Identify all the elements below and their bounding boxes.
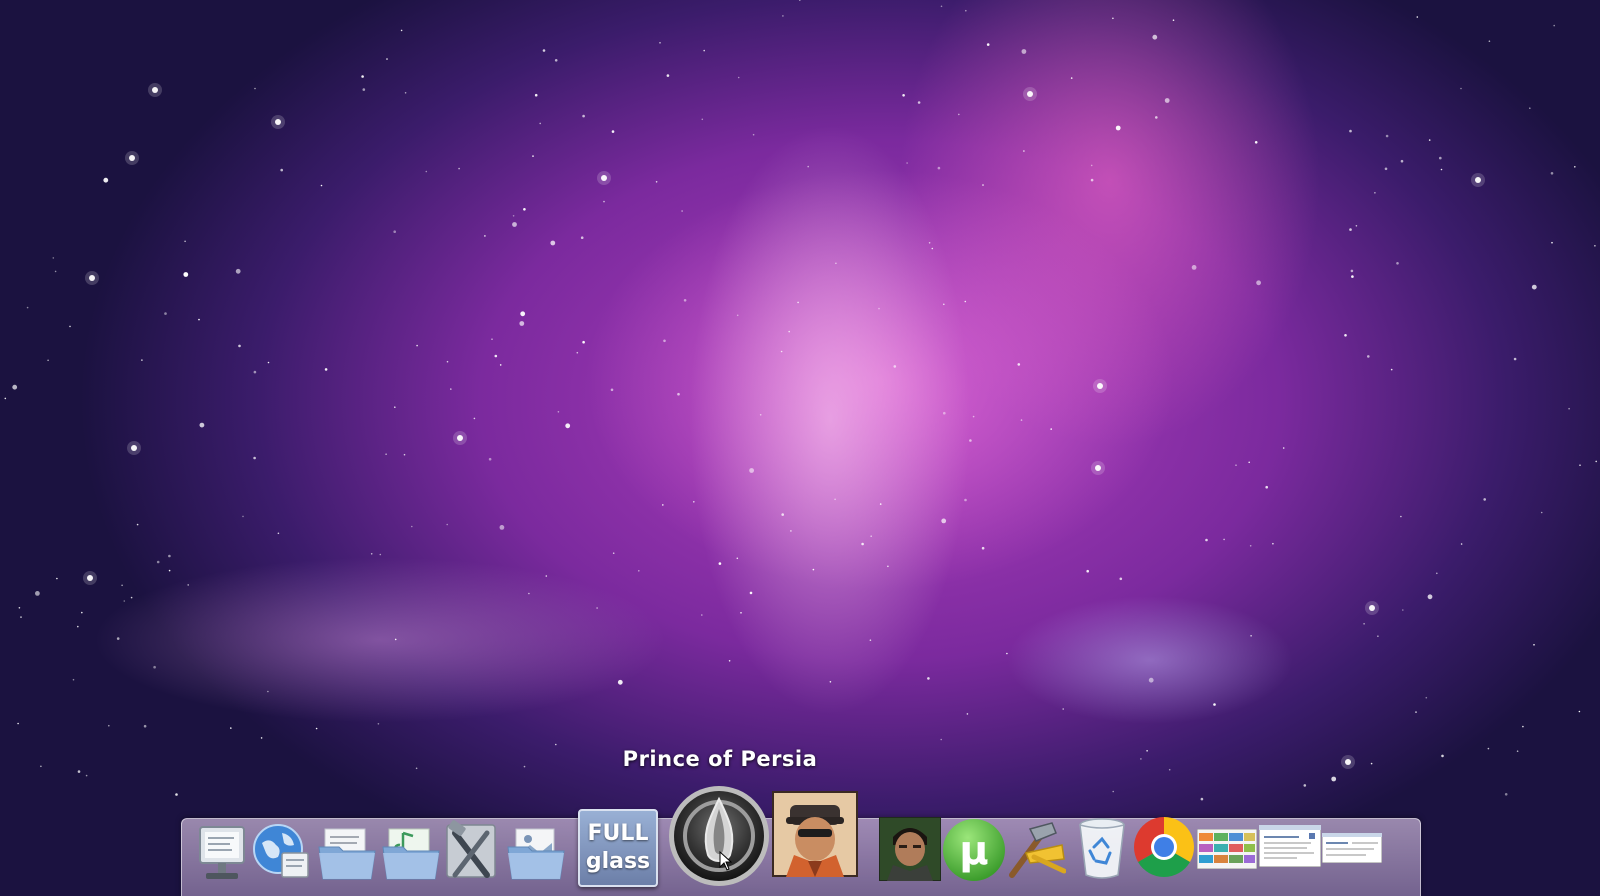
- computer-icon[interactable]: [194, 825, 250, 883]
- dock-tooltip: Prince of Persia: [622, 747, 818, 771]
- recycle-bin-icon[interactable]: [1072, 815, 1132, 881]
- developer-tools-icon[interactable]: [441, 819, 501, 883]
- prince-of-persia-icon[interactable]: [668, 785, 770, 887]
- network-globe-icon[interactable]: [252, 821, 312, 883]
- build-tools-icon[interactable]: [1006, 815, 1067, 881]
- utorrent-icon[interactable]: µ: [942, 817, 1006, 883]
- full-glass-line1: FULL: [587, 821, 649, 846]
- window-thumbnail-1-icon[interactable]: [1196, 828, 1258, 870]
- utorrent-glyph: µ: [959, 828, 988, 874]
- game-character-icon[interactable]: [772, 791, 858, 877]
- full-glass-line2: glass: [585, 849, 651, 874]
- desktop: Prince of Persia FULL glass µ: [0, 0, 1600, 896]
- dock: FULL glass µ: [181, 786, 1421, 896]
- chrome-icon[interactable]: [1132, 815, 1196, 879]
- window-thumbnail-3-icon[interactable]: [1321, 832, 1383, 864]
- full-glass-icon[interactable]: FULL glass: [578, 809, 658, 887]
- window-thumbnail-2-icon[interactable]: [1258, 824, 1322, 868]
- mouse-pointer-icon: [719, 851, 733, 871]
- music-folder-icon[interactable]: [381, 823, 441, 883]
- pictures-folder-icon[interactable]: [506, 825, 566, 883]
- game-soldier-icon[interactable]: [879, 817, 941, 881]
- documents-folder-icon[interactable]: [317, 823, 377, 883]
